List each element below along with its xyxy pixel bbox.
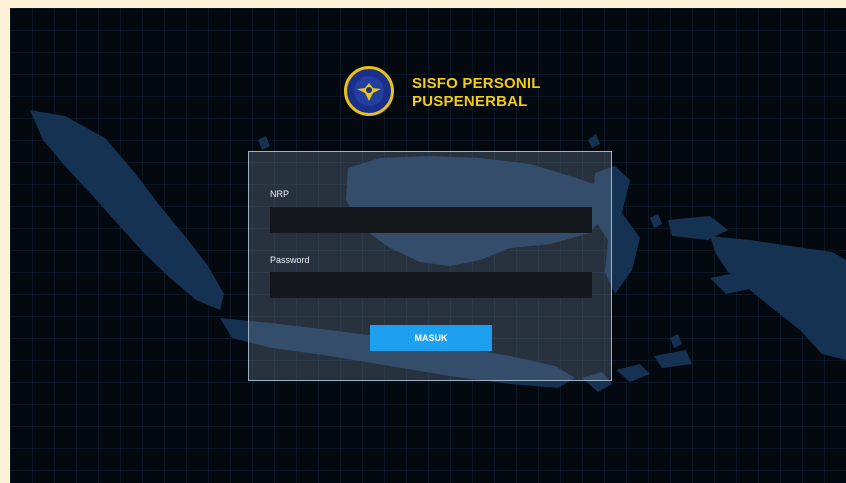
nrp-label: NRP	[270, 189, 290, 199]
password-input[interactable]	[270, 272, 592, 298]
emblem-graphic	[354, 76, 384, 106]
password-label: Password	[270, 255, 310, 265]
app-title-line-2: PUSPENERBAL	[412, 93, 528, 110]
app-window: SISFO PERSONIL PUSPENERBAL NRP Password …	[10, 8, 846, 483]
app-title-line-1: SISFO PERSONIL	[412, 75, 541, 92]
app-title: SISFO PERSONIL PUSPENERBAL	[412, 75, 541, 111]
puspenerbal-emblem-icon	[344, 66, 394, 116]
login-card: NRP Password MASUK	[248, 151, 612, 381]
nrp-input[interactable]	[270, 207, 592, 233]
masuk-button[interactable]: MASUK	[370, 325, 492, 351]
